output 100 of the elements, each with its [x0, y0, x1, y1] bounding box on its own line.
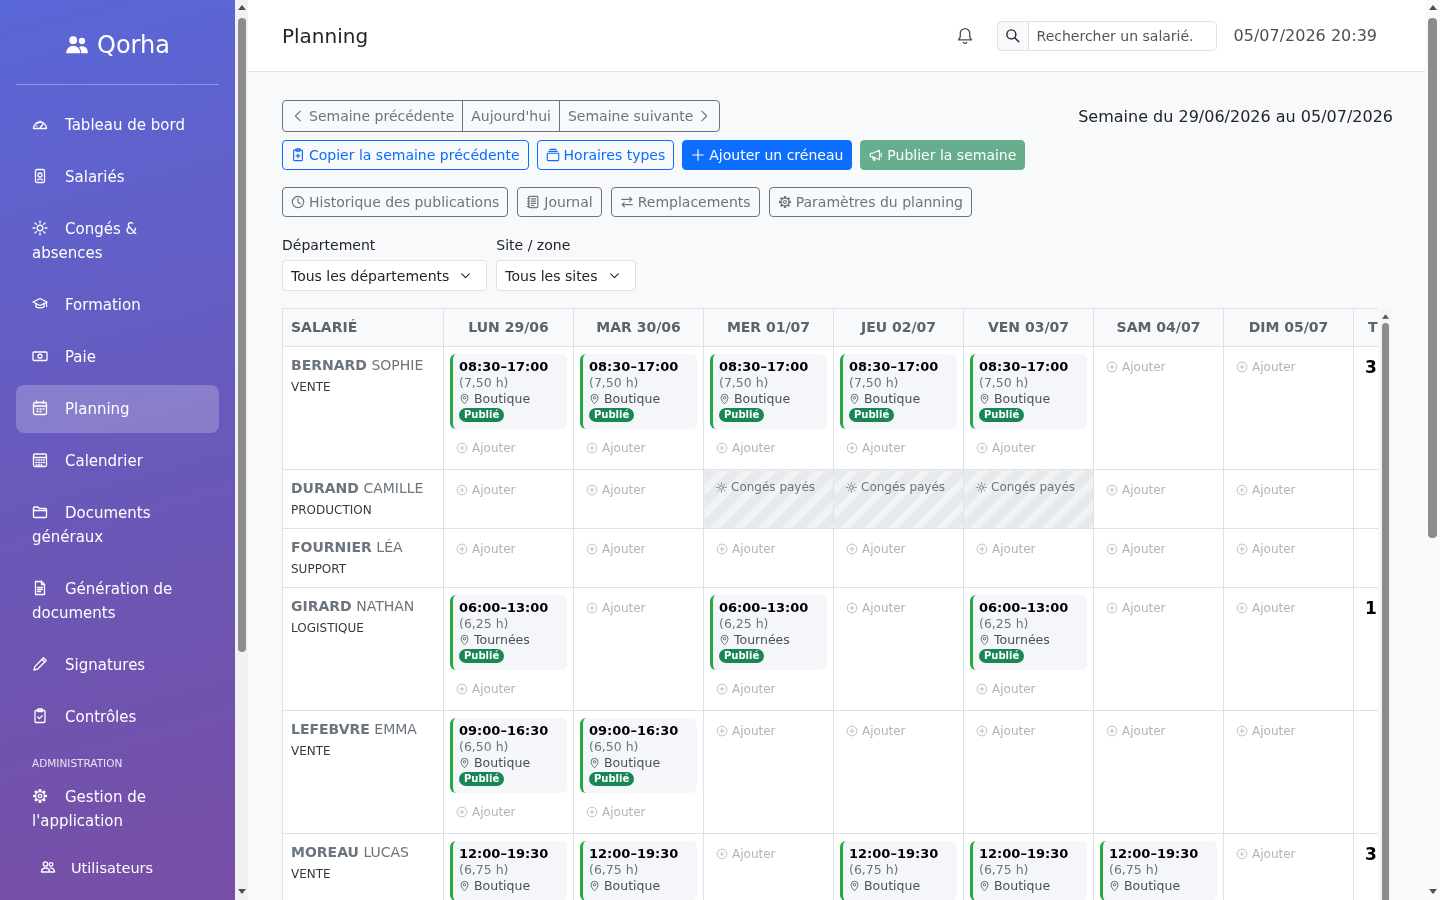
nav-item[interactable]: Congés & absences	[16, 205, 219, 277]
shift-card[interactable]: 08:30–17:00 (7,50 h) Boutique Publié	[580, 354, 697, 429]
nav-item[interactable]: Utilisateurs	[16, 849, 219, 887]
calendar-grid-icon	[32, 452, 48, 468]
shift-card[interactable]: 08:30–17:00 (7,50 h) Boutique Publié	[840, 354, 957, 429]
plus-circle-icon	[1106, 602, 1118, 614]
shift-card[interactable]: 09:00–16:30 (6,50 h) Boutique Publié	[580, 718, 697, 793]
brand-name: Qorha	[97, 30, 170, 60]
plus-circle-icon	[1236, 602, 1248, 614]
shift-hours: (6,75 h)	[849, 862, 899, 878]
nav-item[interactable]: Génération de documents	[16, 565, 219, 637]
plus-circle-icon	[976, 683, 988, 695]
shift-hours: (6,75 h)	[589, 862, 639, 878]
stack-icon	[545, 148, 560, 162]
journal-button[interactable]: Journal	[517, 187, 602, 217]
shift-card[interactable]: 08:30–17:00 (7,50 h) Boutique Publié	[710, 354, 827, 429]
plus-circle-icon	[716, 543, 728, 555]
location-pin-icon	[459, 880, 470, 892]
copy-week-button[interactable]: Copier la semaine précédente	[282, 140, 529, 170]
sun-icon	[32, 220, 48, 236]
plus-circle-icon	[976, 543, 988, 555]
today-button[interactable]: Aujourd'hui	[462, 100, 560, 132]
total-value: 3	[1365, 844, 1377, 864]
scrollbar-thumb[interactable]	[1382, 323, 1389, 900]
shift-card[interactable]: 09:00–16:30 (6,50 h) Boutique Publié	[450, 718, 567, 793]
plus-circle-icon	[1236, 484, 1248, 496]
shift-location: Boutique	[604, 878, 661, 894]
shift-card[interactable]: 12:00–19:30 (6,75 h) Boutique	[1100, 841, 1217, 900]
users-icon	[40, 859, 56, 875]
nav-item[interactable]: Salariés	[16, 153, 219, 201]
department-label: SUPPORT	[291, 561, 347, 578]
scroll-down-icon[interactable]	[1428, 889, 1437, 894]
column-header: JEU 02/07	[833, 308, 964, 347]
column-header: T	[1353, 308, 1378, 347]
shift-card[interactable]: 06:00–13:00 (6,25 h) Tournées Publié	[450, 595, 567, 670]
scroll-up-icon[interactable]	[237, 5, 246, 10]
nav-item[interactable]: Contrôles	[16, 693, 219, 741]
nav-item[interactable]: Calendrier	[16, 437, 219, 485]
gear-icon	[777, 195, 792, 209]
scrollbar-thumb[interactable]	[237, 18, 246, 652]
total-value: 1	[1365, 598, 1377, 618]
nav-item[interactable]: Formation	[16, 281, 219, 329]
replacements-button[interactable]: Remplacements	[610, 187, 760, 217]
nav-item[interactable]: Paie	[16, 333, 219, 381]
shift-card[interactable]: 06:00–13:00 (6,25 h) Tournées Publié	[710, 595, 827, 670]
location-pin-icon	[459, 393, 470, 405]
shift-hours: (7,50 h)	[979, 375, 1029, 391]
plus-circle-icon	[1236, 543, 1248, 555]
templates-button[interactable]: Horaires types	[536, 140, 675, 170]
bell-icon[interactable]	[955, 25, 974, 46]
shift-card[interactable]: 06:00–13:00 (6,25 h) Tournées Publié	[970, 595, 1087, 670]
next-week-button[interactable]: Semaine suivante	[558, 100, 721, 132]
shift-location: Boutique	[474, 755, 531, 771]
scrollbar-thumb[interactable]	[1428, 18, 1437, 538]
department-label: VENTE	[291, 743, 331, 760]
clipboard-check-icon	[32, 708, 48, 724]
history-button[interactable]: Historique des publications	[282, 187, 509, 217]
nav-item[interactable]: Planning	[16, 385, 219, 433]
nav-item[interactable]: Documents généraux	[16, 489, 219, 561]
scroll-up-icon[interactable]	[1428, 5, 1437, 10]
shift-card[interactable]: 12:00–19:30 (6,75 h) Boutique	[450, 841, 567, 900]
shift-card[interactable]: 12:00–19:30 (6,75 h) Boutique	[580, 841, 697, 900]
plus-circle-icon	[1106, 484, 1118, 496]
plus-circle-icon	[456, 442, 468, 454]
plus-circle-icon	[586, 442, 598, 454]
nav-item[interactable]: Gestion de l'application	[16, 773, 219, 845]
nav-item[interactable]: Tableau de bord	[16, 101, 219, 149]
shift-card[interactable]: 08:30–17:00 (7,50 h) Boutique Publié	[450, 354, 567, 429]
column-header: DIM 05/07	[1223, 308, 1354, 347]
datetime-text: 05/07/2026 20:39	[1233, 26, 1377, 45]
section-heading: ADMINISTRATION	[31, 756, 124, 770]
shift-card[interactable]: 12:00–19:30 (6,75 h) Boutique	[840, 841, 957, 900]
plus-circle-icon	[716, 442, 728, 454]
search-field[interactable]: Rechercher un salarié.	[1027, 20, 1217, 51]
scroll-up-icon[interactable]	[1382, 314, 1389, 319]
department-label: VENTE	[291, 379, 331, 396]
shift-hours: (6,75 h)	[979, 862, 1029, 878]
plus-circle-icon	[846, 725, 858, 737]
plus-circle-icon	[456, 543, 468, 555]
location-pin-icon	[979, 880, 990, 892]
location-pin-icon	[719, 393, 730, 405]
column-header: VEN 03/07	[963, 308, 1094, 347]
add-slot-button[interactable]: Ajouter un créneau	[682, 140, 853, 170]
planning-settings-button[interactable]: Paramètres du planning	[768, 187, 972, 217]
clock-icon	[291, 195, 305, 209]
previous-week-button[interactable]: Semaine précédente	[282, 100, 464, 132]
clipboard-plus-icon	[291, 148, 305, 162]
leave-label: Congés payés	[991, 479, 1076, 495]
megaphone-icon	[869, 148, 884, 162]
shift-card[interactable]: 08:30–17:00 (7,50 h) Boutique Publié	[970, 354, 1087, 429]
total-value: 3	[1365, 357, 1377, 377]
shift-time: 12:00–19:30	[849, 845, 939, 862]
sun-icon	[716, 481, 727, 493]
shift-location: Boutique	[474, 391, 531, 407]
department-select[interactable]: Tous les départements	[282, 260, 488, 291]
scroll-down-icon[interactable]	[237, 889, 246, 894]
site-select[interactable]: Tous les sites	[496, 260, 636, 291]
shift-card[interactable]: 12:00–19:30 (6,75 h) Boutique	[970, 841, 1087, 900]
status-badge: Publié	[849, 408, 895, 422]
nav-item[interactable]: Signatures	[16, 641, 219, 689]
